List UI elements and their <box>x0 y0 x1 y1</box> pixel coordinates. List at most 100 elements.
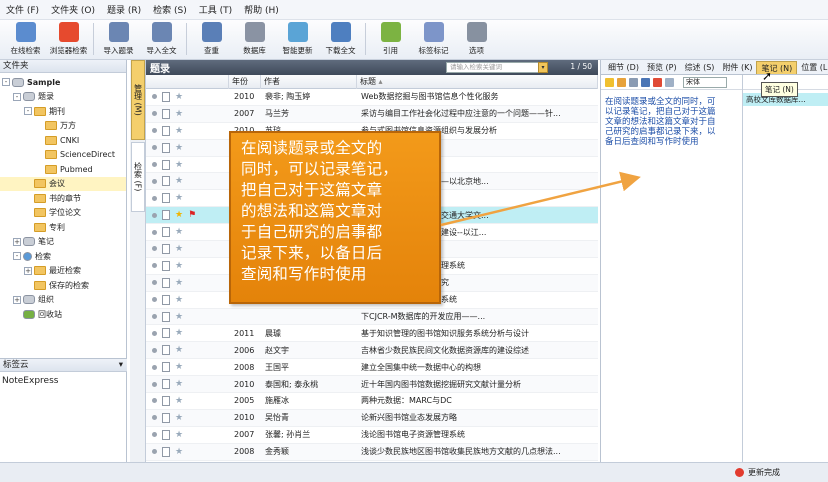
document-icon[interactable] <box>162 429 170 440</box>
read-status-icon[interactable] <box>152 314 157 320</box>
read-status-icon[interactable] <box>152 145 157 151</box>
list-search-input[interactable]: 请输入检索关键词 <box>446 62 548 73</box>
star-icon[interactable]: ★ <box>175 295 183 305</box>
collapse-icon[interactable]: - <box>13 92 21 101</box>
star-icon[interactable]: ★ <box>175 261 183 271</box>
read-status-icon[interactable] <box>152 246 157 252</box>
star-icon[interactable]: ★ <box>175 430 183 440</box>
document-icon[interactable] <box>162 227 170 238</box>
toolbar-button[interactable]: 数据库 <box>233 20 276 58</box>
tree-item[interactable]: - 期刊 <box>0 104 126 119</box>
table-row[interactable]: ★ 2008 金秀颖 浅谈少数民族地区图书馆收集民族地方文献的几点想法... <box>146 443 598 461</box>
tree-item[interactable]: 万方 <box>0 119 126 134</box>
table-row[interactable]: ★ 2008 王国平 建立全国集中统一数据中心的构想 <box>146 359 598 377</box>
table-row[interactable]: ★ 2011 晨璩 基于知识管理的图书馆知识服务系统分析与设计 <box>146 325 598 343</box>
toolbar-button[interactable]: 浏览器检索 <box>47 20 90 58</box>
detail-tab[interactable]: 位置 (L) <box>797 61 828 74</box>
tree-item[interactable]: - 题录 <box>0 90 126 105</box>
star-icon[interactable]: ★ <box>175 126 183 136</box>
tree-item[interactable]: 学位论文 <box>0 206 126 221</box>
detail-tab[interactable]: 预览 (P) <box>643 61 681 74</box>
star-icon[interactable]: ★ <box>175 109 183 119</box>
read-status-icon[interactable] <box>152 111 157 117</box>
read-status-icon[interactable] <box>152 415 157 421</box>
read-status-icon[interactable] <box>152 381 157 387</box>
menu-item[interactable]: 工具 (T) <box>199 3 232 16</box>
read-status-icon[interactable] <box>152 449 157 455</box>
toolbar-button[interactable]: 导入全文 <box>140 20 183 58</box>
detail-tab[interactable]: 综述 (S) <box>681 61 719 74</box>
read-status-icon[interactable] <box>152 398 157 404</box>
star-icon[interactable]: ★ <box>175 278 183 288</box>
star-icon[interactable]: ★ <box>175 379 183 389</box>
document-icon[interactable] <box>162 446 170 457</box>
tree-item[interactable]: 保存的检索 <box>0 278 126 293</box>
document-icon[interactable] <box>162 159 170 170</box>
toolbar-button[interactable]: 在线检索 <box>4 20 47 58</box>
star-icon[interactable]: ★ <box>175 362 183 372</box>
menu-item[interactable]: 题录 (R) <box>107 3 141 16</box>
column-year[interactable]: 年份 <box>229 74 261 89</box>
tree-item[interactable]: 书的章节 <box>0 191 126 206</box>
column-author[interactable]: 作者 <box>261 74 357 89</box>
star-icon[interactable]: ★ <box>175 160 183 170</box>
star-icon[interactable]: ★ <box>175 396 183 406</box>
delete-icon[interactable] <box>653 77 662 87</box>
toolbar-button[interactable]: 导入题录 <box>97 20 140 58</box>
read-status-icon[interactable] <box>152 364 157 370</box>
document-icon[interactable] <box>162 125 170 136</box>
document-icon[interactable] <box>162 311 170 322</box>
detail-tab[interactable]: 细节 (D) <box>604 61 643 74</box>
document-icon[interactable] <box>162 193 170 204</box>
menu-item[interactable]: 帮助 (H) <box>244 3 279 16</box>
star-icon[interactable]: ★ <box>175 227 183 237</box>
collapse-icon[interactable]: - <box>13 252 21 261</box>
read-status-icon[interactable] <box>152 263 157 269</box>
read-status-icon[interactable] <box>152 94 157 100</box>
tree-item[interactable]: Pubmed <box>0 162 126 177</box>
table-row[interactable]: ★ 2007 张馨; 孙肖兰 浅论图书馆电子资源管理系统 <box>146 427 598 444</box>
expand-icon[interactable]: + <box>13 237 21 246</box>
read-status-icon[interactable] <box>152 128 157 134</box>
table-row[interactable]: ★ 2005 施雁冰 两种元数据：MARC与DC <box>146 393 598 410</box>
tree-item[interactable]: 回收站 <box>0 307 126 322</box>
tree-item[interactable]: - 检索 <box>0 249 126 264</box>
icon-columns-header[interactable] <box>146 74 229 89</box>
tab-search[interactable]: 检索 (F) <box>131 142 145 212</box>
tree-item[interactable]: + 笔记 <box>0 235 126 250</box>
table-row[interactable]: ★ 2010 吴怡青 论新兴图书馆业态发展方略 <box>146 409 598 427</box>
dropdown-arrow-icon[interactable]: ▾ <box>119 359 123 371</box>
document-icon[interactable] <box>162 176 170 187</box>
tree-item[interactable]: - Sample <box>0 75 126 90</box>
expand-icon[interactable]: + <box>13 295 21 304</box>
toolbar-button[interactable]: 标签标记 <box>412 20 455 58</box>
tree-item[interactable]: 专利 <box>0 220 126 235</box>
tab-manage[interactable]: 管理 (M) <box>131 60 145 140</box>
document-icon[interactable] <box>162 108 170 119</box>
read-status-icon[interactable] <box>152 195 157 201</box>
star-icon[interactable]: ★ <box>175 92 183 102</box>
toolbar-button[interactable]: 下载全文 <box>319 20 362 58</box>
column-title[interactable]: 标题 ▴ <box>357 74 598 89</box>
document-icon[interactable] <box>162 277 170 288</box>
read-status-icon[interactable] <box>152 229 157 235</box>
star-icon[interactable]: ★ <box>175 328 183 338</box>
tree-item[interactable]: CNKI <box>0 133 126 148</box>
copy-icon[interactable] <box>629 77 638 87</box>
document-icon[interactable] <box>162 379 170 390</box>
tree-item[interactable]: ScienceDirect <box>0 148 126 163</box>
document-icon[interactable] <box>162 412 170 423</box>
star-icon[interactable]: ★ <box>175 345 183 355</box>
star-icon[interactable]: ★ <box>175 143 183 153</box>
collapse-icon[interactable]: - <box>24 107 32 116</box>
star-icon[interactable]: ★ <box>175 413 183 423</box>
tree-item[interactable]: + 最近检索 <box>0 264 126 279</box>
table-row[interactable]: ★ 下CJCR-M数据库的开发应用——... <box>146 308 598 326</box>
toolbar-button[interactable]: 引用 <box>369 20 412 58</box>
read-status-icon[interactable] <box>152 297 157 303</box>
table-row[interactable]: ★ 2007 马兰芳 采访与编目工作社会化过程中应注意的一个问题——针... <box>146 105 598 123</box>
table-row[interactable]: ★ 2010 泰国和; 泰永桃 近十年国内图书馆数据挖掘研究文献计量分析 <box>146 376 598 394</box>
document-icon[interactable] <box>162 294 170 305</box>
star-icon[interactable]: ★ <box>175 210 183 220</box>
toolbar-button[interactable]: 智能更新 <box>276 20 319 58</box>
